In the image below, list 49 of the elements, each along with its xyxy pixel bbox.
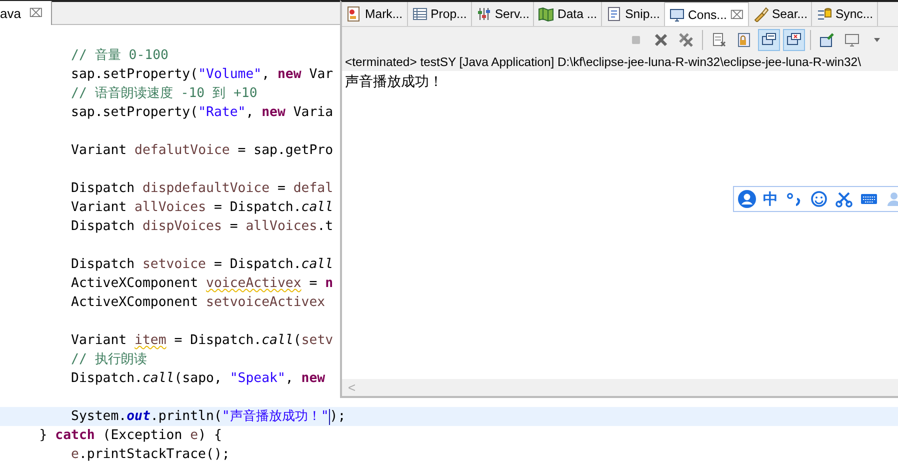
input-mode[interactable]: 中: [763, 190, 778, 208]
error-monitor-icon: [786, 32, 802, 48]
punctuation-icon[interactable]: [785, 190, 803, 208]
process-label: <terminated> testSY [Java Application] D:\kf\eclipse-jee-luna-R-win32\eclipse-jee-luna-R-win32\: [342, 53, 898, 71]
dropdown-icon: [873, 36, 881, 44]
code-line: e.printStackTrace();: [70, 446, 230, 464]
pin-icon: [819, 32, 835, 48]
code-line: // 语音朗读速度 -10 到 +10: [70, 85, 258, 103]
code-line: // 音量 0-100: [70, 47, 168, 65]
double-close-icon: [678, 32, 694, 48]
code-line: Dispatch dispdefaultVoice = defal: [70, 180, 334, 198]
code-line: // 执行朗读: [70, 351, 147, 369]
smiley-icon[interactable]: [810, 190, 828, 208]
close-icon: [653, 32, 669, 48]
map-icon: [538, 6, 554, 22]
monitor-icon: [668, 6, 685, 22]
code-line: sap.setProperty("Rate", new Varia: [70, 104, 334, 122]
code-line: ActiveXComponent setvoiceActivex: [70, 294, 326, 312]
view-tab[interactable]: Cons... ⌧: [664, 2, 749, 26]
sliders-icon: [476, 6, 492, 22]
scissors-icon[interactable]: [835, 190, 853, 208]
code-line: ActiveXComponent voiceActivex = n: [70, 275, 334, 293]
code-line: sap.setProperty("Volume", new Var: [70, 66, 334, 84]
code-line: Variant item = Dispatch.call(setv: [70, 332, 334, 350]
code-line: System.out.println("声音播放成功！");: [70, 408, 346, 426]
code-line: Dispatch dispVoices = allVoices.t: [70, 218, 334, 236]
console-output: 声音播放成功！: [344, 73, 443, 91]
close-icon[interactable]: ⌧: [28, 6, 43, 20]
editor-tab[interactable]: ava ⌧: [0, 1, 52, 25]
clear-document-icon: [711, 32, 727, 48]
code-line: Dispatch.call(sapo, "Speak", new: [70, 370, 326, 388]
document-icon: [606, 6, 622, 22]
lock-icon: [736, 32, 752, 48]
tab-label: ava: [0, 6, 21, 20]
toolbar-button[interactable]: [783, 29, 805, 51]
markers-icon: [346, 6, 362, 22]
view-tab[interactable]: Prop...: [408, 2, 472, 26]
flashlight-icon: [752, 6, 769, 22]
database-icon: [816, 6, 832, 22]
toolbar-button[interactable]: [758, 29, 780, 51]
code-line: } catch (Exception e) {: [38, 427, 222, 445]
code-line: Variant defalutVoice = sap.getPro: [70, 142, 334, 160]
monitor-icon: [844, 32, 860, 48]
close-icon[interactable]: ⌧: [730, 8, 744, 22]
message-monitor-icon: [761, 32, 777, 48]
code-line: Variant allVoices = Dispatch.call: [70, 199, 334, 217]
avatar-icon[interactable]: [738, 190, 756, 208]
table-icon: [412, 6, 428, 22]
code-line: Dispatch setvoice = Dispatch.call: [70, 256, 334, 274]
